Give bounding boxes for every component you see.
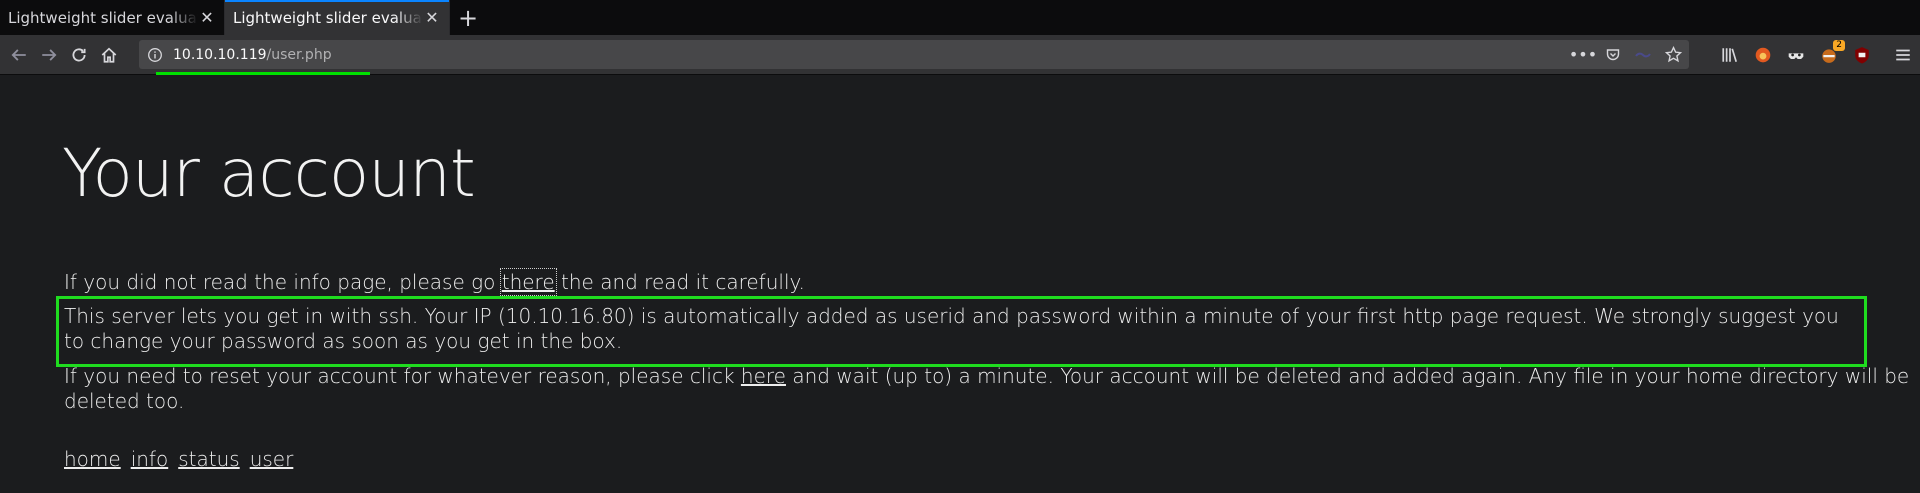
nav-link-info[interactable]: info bbox=[131, 447, 169, 471]
ssh-paragraph: This server lets you get in with ssh. Yo… bbox=[64, 304, 1839, 353]
url-path: /user.php bbox=[266, 46, 332, 63]
info-paragraph: If you did not read the info page, pleas… bbox=[64, 268, 805, 296]
nav-link-status[interactable]: status bbox=[178, 447, 239, 471]
close-icon[interactable]: ✕ bbox=[423, 8, 441, 27]
url-bar[interactable]: 10.10.10.119/user.php ••• bbox=[139, 40, 1689, 69]
tab-strip: Lightweight slider evaluation ✕ Lightwei… bbox=[0, 0, 1920, 35]
nav-link-user[interactable]: user bbox=[250, 447, 294, 471]
footer-nav: home info status user bbox=[64, 447, 293, 471]
extension-badge: 2 bbox=[1833, 39, 1845, 51]
info-icon[interactable] bbox=[147, 47, 163, 63]
tracking-icon[interactable] bbox=[1633, 45, 1653, 65]
home-icon[interactable] bbox=[94, 40, 124, 70]
tab-2-active[interactable]: Lightweight slider evaluation ✕ bbox=[225, 0, 450, 35]
library-icon[interactable] bbox=[1718, 43, 1742, 67]
info-text-before: If you did not read the info page, pleas… bbox=[64, 270, 502, 294]
star-icon[interactable] bbox=[1663, 45, 1683, 65]
reload-icon[interactable] bbox=[64, 40, 94, 70]
close-icon[interactable]: ✕ bbox=[198, 8, 216, 27]
ublock-icon[interactable] bbox=[1850, 43, 1874, 67]
nav-bar: 10.10.10.119/user.php ••• 2 bbox=[0, 35, 1920, 75]
extension-mask-icon[interactable] bbox=[1784, 43, 1808, 67]
pocket-icon[interactable] bbox=[1603, 45, 1623, 65]
tab-1[interactable]: Lightweight slider evaluation ✕ bbox=[0, 0, 225, 35]
tab-title: Lightweight slider evaluation bbox=[233, 8, 423, 27]
info-text-after: the and read it carefully. bbox=[554, 270, 805, 294]
back-icon[interactable] bbox=[4, 40, 34, 70]
hamburger-menu-icon[interactable] bbox=[1894, 35, 1912, 74]
reset-account-link[interactable]: here bbox=[741, 364, 786, 388]
url-host: 10.10.10.119 bbox=[173, 46, 267, 63]
nav-link-home[interactable]: home bbox=[64, 447, 121, 471]
extension-fox-icon[interactable] bbox=[1751, 43, 1775, 67]
extension-foxyproxy-icon[interactable]: 2 bbox=[1817, 39, 1845, 67]
page-content: Your account If you did not read the inf… bbox=[0, 75, 1920, 493]
reset-text-before: If you need to reset your account for wh… bbox=[64, 364, 741, 388]
reset-paragraph: If you need to reset your account for wh… bbox=[64, 364, 1920, 414]
new-tab-icon[interactable]: + bbox=[450, 0, 486, 35]
page-title: Your account bbox=[62, 135, 476, 212]
page-actions-icon[interactable]: ••• bbox=[1569, 45, 1597, 65]
forward-icon[interactable] bbox=[34, 40, 64, 70]
info-page-link[interactable]: there bbox=[499, 268, 557, 296]
tab-title: Lightweight slider evaluation bbox=[8, 8, 198, 27]
